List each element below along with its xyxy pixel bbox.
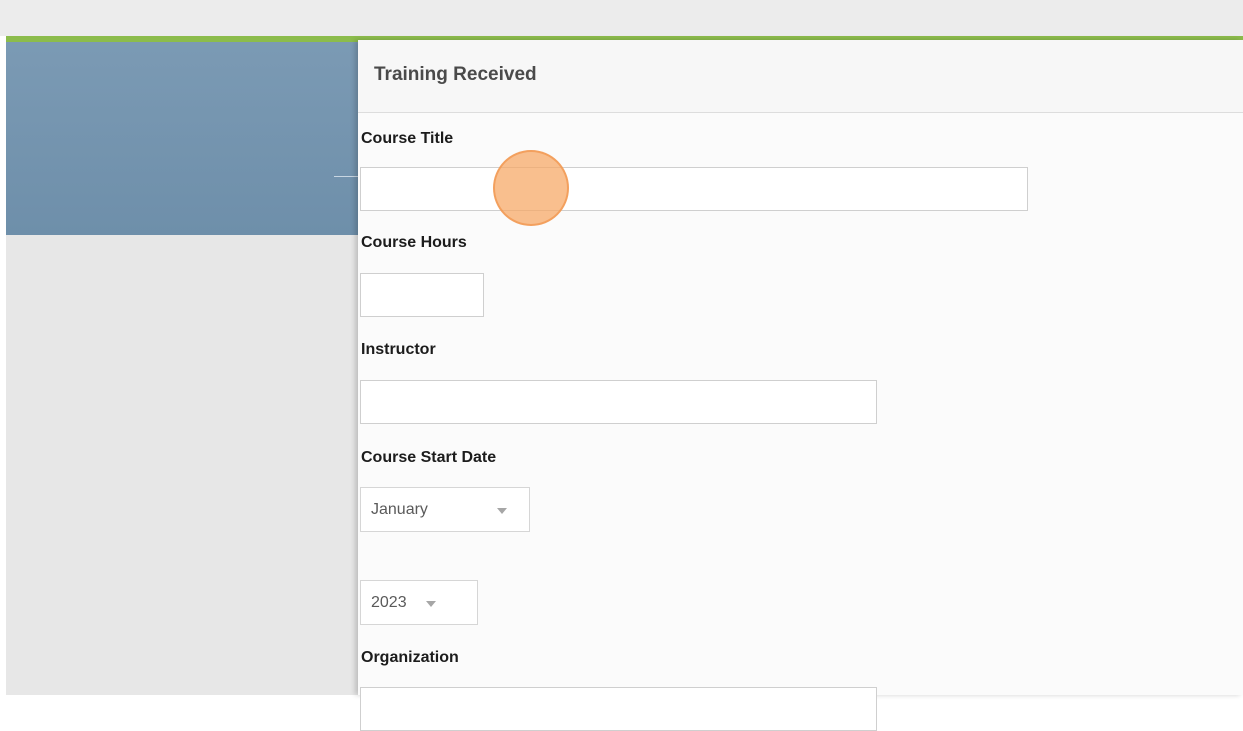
chevron-down-icon <box>497 508 507 514</box>
background-header-block <box>6 42 360 235</box>
instructor-input[interactable] <box>360 380 877 424</box>
month-select-value: January <box>371 501 428 518</box>
instructor-label: Instructor <box>361 341 436 358</box>
course-hours-input[interactable] <box>360 273 484 317</box>
course-hours-label: Course Hours <box>361 234 467 251</box>
month-select[interactable]: January <box>360 487 530 532</box>
top-bar <box>0 0 1243 36</box>
chevron-down-icon <box>426 601 436 607</box>
training-received-panel: Training Received Course Title Course Ho… <box>358 40 1243 731</box>
panel-header: Training Received <box>358 40 1243 113</box>
year-select-value: 2023 <box>371 594 407 611</box>
organization-label: Organization <box>361 649 459 666</box>
course-start-date-label: Course Start Date <box>361 449 497 466</box>
panel-title: Training Received <box>374 64 537 85</box>
organization-input[interactable] <box>360 687 877 731</box>
year-select[interactable]: 2023 <box>360 580 478 625</box>
background-divider <box>334 176 360 177</box>
course-title-label: Course Title <box>361 130 454 147</box>
click-indicator <box>493 150 569 226</box>
course-title-input[interactable] <box>360 167 1028 211</box>
